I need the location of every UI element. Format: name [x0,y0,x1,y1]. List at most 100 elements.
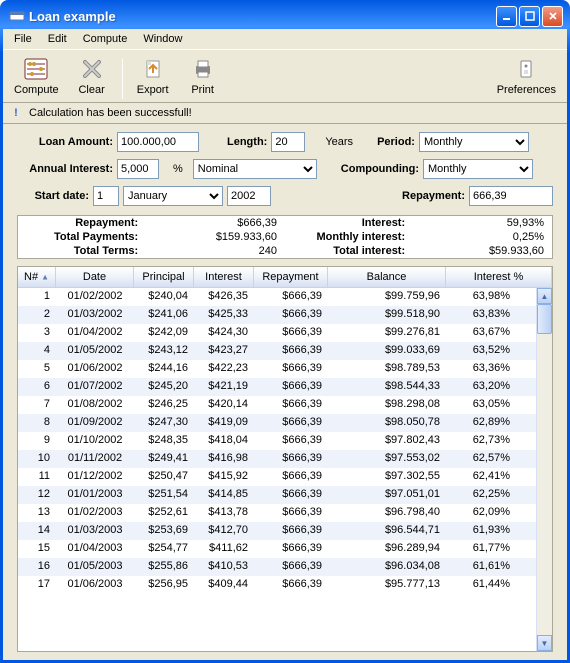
table-row[interactable]: 1101/12/2002$250,47$415,92$666,39$97.302… [18,468,536,486]
app-icon [9,8,25,24]
table-row[interactable]: 1601/05/2003$255,86$410,53$666,39$96.034… [18,558,536,576]
table-cell: $251,54 [134,486,194,504]
period-select[interactable]: Monthly [419,132,529,152]
interest-type-select[interactable]: Nominal [193,159,317,179]
table-cell: 01/06/2002 [56,360,134,378]
table-cell: $666,39 [254,486,328,504]
toolbar-compute-button[interactable]: Compute [9,53,64,99]
table-cell: 62,89% [446,414,516,432]
table-row[interactable]: 401/05/2002$243,12$423,27$666,39$99.033,… [18,342,536,360]
table-cell: 14 [18,522,56,540]
table-row[interactable]: 1401/03/2003$253,69$412,70$666,39$96.544… [18,522,536,540]
grid-header-interest[interactable]: Interest [194,267,254,287]
content: Loan Amount: Length: Years Period: Month… [3,124,567,660]
scroll-track[interactable] [537,304,552,635]
menu-file[interactable]: File [7,31,39,47]
menu-edit[interactable]: Edit [41,31,74,47]
grid: N# ▲ Date Principal Interest Repayment B… [17,266,553,652]
table-cell: $99.276,81 [328,324,446,342]
repayment-input[interactable] [469,186,553,206]
table-cell: 61,44% [446,576,516,594]
table-cell: 9 [18,432,56,450]
scroll-thumb[interactable] [537,304,552,334]
table-cell: 01/03/2003 [56,522,134,540]
grid-header-n[interactable]: N# ▲ [18,267,56,287]
table-cell: 7 [18,396,56,414]
table-cell: 61,77% [446,540,516,558]
table-cell: $666,39 [254,396,328,414]
table-row[interactable]: 801/09/2002$247,30$419,09$666,39$98.050,… [18,414,536,432]
summary-monthly-interest-value: 0,25% [413,230,552,244]
summary-repayment-label: Repayment: [18,216,146,230]
toolbar-clear-button[interactable]: Clear [70,53,114,99]
table-cell: 01/05/2002 [56,342,134,360]
vertical-scrollbar[interactable]: ▲ ▼ [536,288,552,651]
table-row[interactable]: 1301/02/2003$252,61$413,78$666,39$96.798… [18,504,536,522]
table-cell: $246,25 [134,396,194,414]
sort-asc-icon: ▲ [41,273,49,282]
table-cell: 4 [18,342,56,360]
table-cell: 62,57% [446,450,516,468]
table-row[interactable]: 701/08/2002$246,25$420,14$666,39$98.298,… [18,396,536,414]
table-cell: 01/05/2003 [56,558,134,576]
table-row[interactable]: 101/02/2002$240,04$426,35$666,39$99.759,… [18,288,536,306]
grid-header-interestpct[interactable]: Interest % [446,267,552,287]
grid-header-date[interactable]: Date [56,267,134,287]
summary-monthly-interest-label: Monthly interest: [285,230,413,244]
grid-body: 101/02/2002$240,04$426,35$666,39$99.759,… [18,288,536,651]
table-cell: 2 [18,306,56,324]
percent-label: % [173,163,183,175]
scroll-down-button[interactable]: ▼ [537,635,552,651]
table-cell: 10 [18,450,56,468]
grid-header-balance[interactable]: Balance [328,267,446,287]
table-cell: $418,04 [194,432,254,450]
table-cell: $412,70 [194,522,254,540]
table-cell: $424,30 [194,324,254,342]
summary-total-payments-value: $159.933,60 [146,230,285,244]
menu-compute[interactable]: Compute [76,31,135,47]
compounding-select[interactable]: Monthly [423,159,533,179]
table-row[interactable]: 201/03/2002$241,06$425,33$666,39$99.518,… [18,306,536,324]
table-cell: $96.289,94 [328,540,446,558]
status-message: Calculation has been successfull! [29,107,192,119]
minimize-button[interactable] [496,6,517,27]
table-cell: $414,85 [194,486,254,504]
table-row[interactable]: 501/06/2002$244,16$422,23$666,39$98.789,… [18,360,536,378]
start-year-input[interactable] [227,186,271,206]
app-window: Loan example File Edit Compute Window Co… [0,0,570,663]
table-row[interactable]: 1201/01/2003$251,54$414,85$666,39$97.051… [18,486,536,504]
table-row[interactable]: 1701/06/2003$256,95$409,44$666,39$95.777… [18,576,536,594]
toolbar-export-button[interactable]: Export [131,53,175,99]
table-row[interactable]: 1001/11/2002$249,41$416,98$666,39$97.553… [18,450,536,468]
start-day-input[interactable] [93,186,119,206]
table-cell: $97.302,55 [328,468,446,486]
table-row[interactable]: 1501/04/2003$254,77$411,62$666,39$96.289… [18,540,536,558]
table-cell: 6 [18,378,56,396]
toolbar-prefs-button[interactable]: Preferences [492,53,561,99]
titlebar[interactable]: Loan example [3,3,567,29]
table-cell: $666,39 [254,288,328,306]
table-cell: $97.051,01 [328,486,446,504]
abacus-icon [22,56,50,82]
compounding-label: Compounding: [341,163,419,175]
annual-interest-input[interactable] [117,159,159,179]
length-input[interactable] [271,132,305,152]
start-month-select[interactable]: January [123,186,223,206]
table-cell: 63,67% [446,324,516,342]
summary-total-interest-label: Total interest: [285,244,413,258]
loan-amount-input[interactable] [117,132,199,152]
table-cell: $252,61 [134,504,194,522]
summary-total-payments-label: Total Payments: [18,230,146,244]
menu-window[interactable]: Window [136,31,189,47]
table-cell: $416,98 [194,450,254,468]
close-button[interactable] [542,6,563,27]
maximize-button[interactable] [519,6,540,27]
table-row[interactable]: 301/04/2002$242,09$424,30$666,39$99.276,… [18,324,536,342]
grid-header-repayment[interactable]: Repayment [254,267,328,287]
table-row[interactable]: 601/07/2002$245,20$421,19$666,39$98.544,… [18,378,536,396]
scroll-up-button[interactable]: ▲ [537,288,552,304]
toolbar-print-button[interactable]: Print [181,53,225,99]
table-cell: 01/09/2002 [56,414,134,432]
table-row[interactable]: 901/10/2002$248,35$418,04$666,39$97.802,… [18,432,536,450]
grid-header-principal[interactable]: Principal [134,267,194,287]
